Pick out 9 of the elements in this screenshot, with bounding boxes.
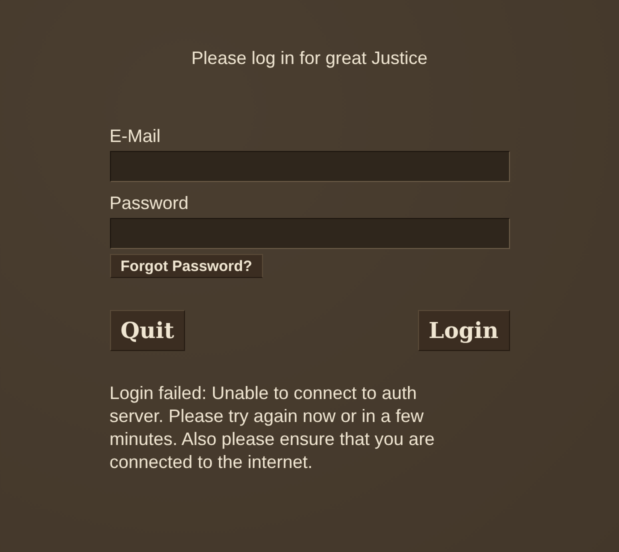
error-message: Login failed: Unable to connect to auth server. Please try again now or in a few minutes. Also please ensure that you are connected to the internet. xyxy=(110,382,436,474)
field-label: E-Mail xyxy=(110,125,161,147)
password-field[interactable] xyxy=(110,218,510,249)
quit-button[interactable]: Quit xyxy=(110,310,186,351)
login-button[interactable]: Login xyxy=(418,310,510,351)
field-label: Password xyxy=(110,192,189,214)
email-field[interactable] xyxy=(110,151,510,182)
login-heading: Please log in for great Justice xyxy=(191,47,428,69)
forgot-password-button[interactable]: Forgot Password? xyxy=(110,254,264,278)
